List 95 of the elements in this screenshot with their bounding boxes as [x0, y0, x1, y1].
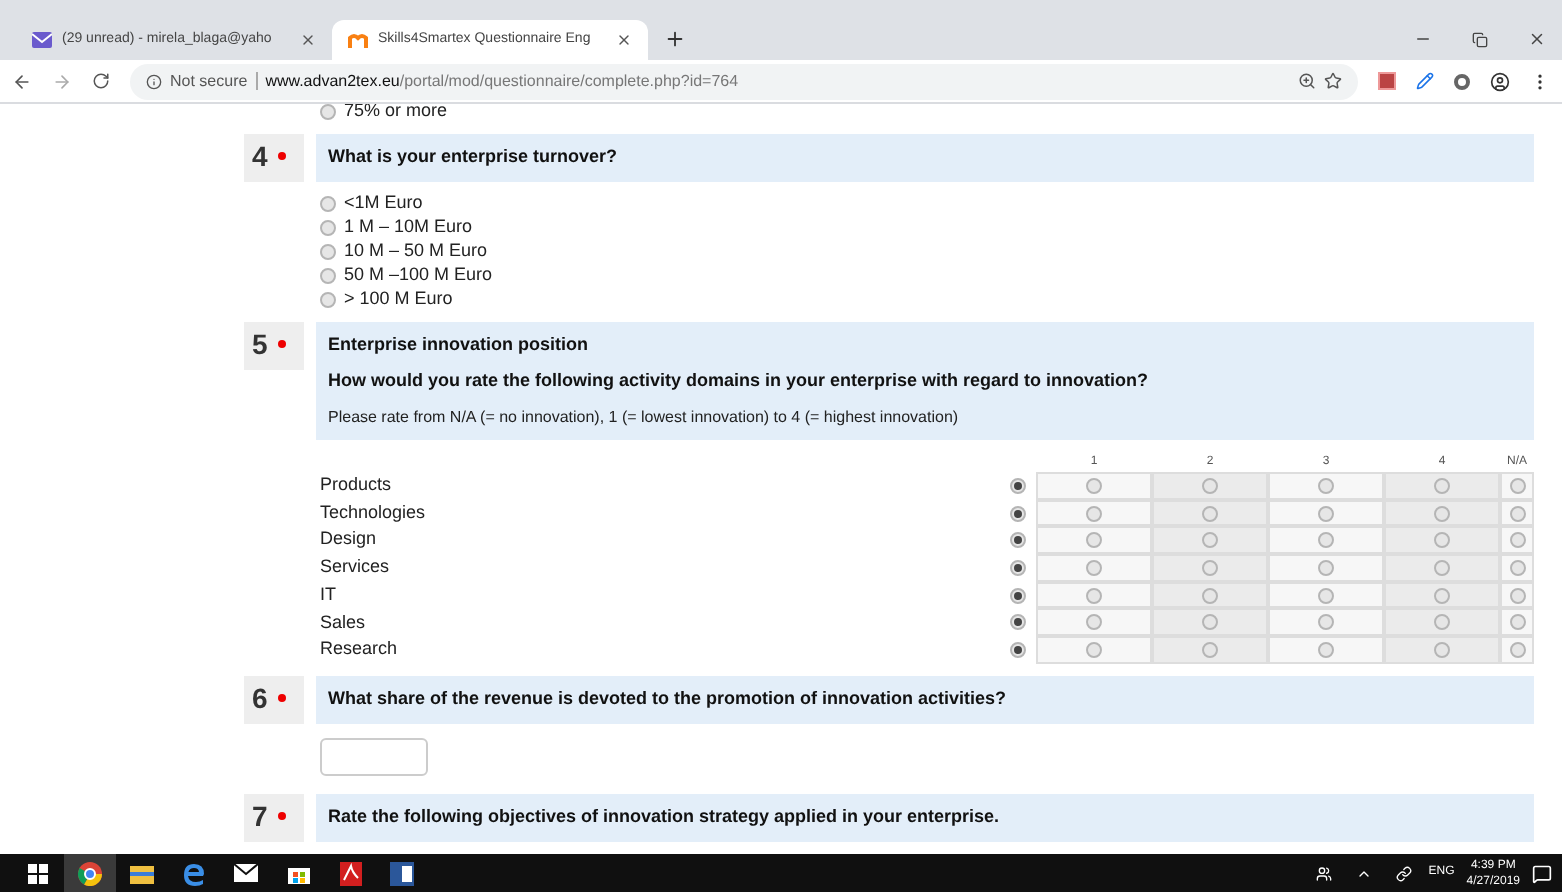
forward-icon[interactable]	[52, 71, 72, 91]
radio-button[interactable]	[1318, 641, 1334, 658]
answer-field[interactable]	[320, 738, 428, 777]
radio-button[interactable]	[1086, 559, 1102, 576]
radio-button[interactable]	[1318, 587, 1334, 604]
radio-button[interactable]	[1086, 477, 1102, 494]
question-instruction: Please rate from N/A (= no innovation), 1 (= lowest innovation) to 4 (= highest innovation)	[328, 406, 961, 428]
radio-button[interactable]	[1086, 614, 1102, 631]
radio-button[interactable]	[1086, 641, 1102, 658]
radio-button[interactable]	[320, 244, 336, 260]
option-label: 10 M – 50 M Euro	[344, 238, 488, 265]
radio-button[interactable]	[1202, 559, 1218, 576]
question-prompt: How would you rate the following activity domains in your enterprise with regard to innovation?	[328, 370, 1151, 392]
zoom-icon[interactable]	[1298, 72, 1316, 90]
radio-button[interactable]	[320, 292, 336, 308]
row-label: IT	[320, 581, 338, 608]
pen-icon[interactable]	[1416, 72, 1434, 90]
close-icon[interactable]	[300, 32, 316, 48]
question-number: 6	[252, 683, 268, 712]
radio-button[interactable]	[1086, 587, 1102, 604]
radio-button[interactable]	[1318, 505, 1334, 522]
row-label: Design	[320, 526, 379, 553]
new-tab-icon[interactable]	[664, 28, 686, 50]
radio-button[interactable]	[1318, 477, 1334, 494]
row-label: Products	[320, 472, 394, 499]
radio-button[interactable]	[1086, 505, 1102, 522]
url-text: www.advan2tex.eu/portal/mod/questionnaire/complete.php?id=764	[265, 69, 739, 93]
radio-button[interactable]	[1434, 477, 1450, 494]
radio-button[interactable]	[1318, 559, 1334, 576]
radio-button[interactable]	[1434, 614, 1450, 631]
radio-button[interactable]	[1010, 614, 1026, 631]
radio-button[interactable]	[1434, 559, 1450, 576]
radio-button[interactable]	[1509, 614, 1525, 631]
question-number: 4	[252, 142, 268, 170]
question-title: Rate the following objectives of innovation strategy applied in your enterprise.	[328, 805, 1002, 828]
row-label: Research	[320, 636, 400, 663]
radio-button[interactable]	[320, 196, 336, 212]
question-number: 7	[252, 801, 268, 830]
notification-icon[interactable]	[1532, 863, 1552, 883]
radio-button[interactable]	[1010, 559, 1026, 576]
radio-button[interactable]	[1086, 532, 1102, 549]
extension-icon[interactable]	[1454, 73, 1470, 89]
radio-button[interactable]	[320, 104, 336, 120]
row-label: Technologies	[320, 499, 428, 526]
radio-button[interactable]	[1202, 641, 1218, 658]
radio-button[interactable]	[1509, 587, 1525, 604]
radio-button[interactable]	[1202, 532, 1218, 549]
radio-button[interactable]	[1509, 641, 1525, 658]
radio-button[interactable]	[1202, 505, 1218, 522]
browser-taskbar-icon[interactable]	[64, 854, 116, 892]
radio-button[interactable]	[1010, 505, 1026, 522]
restore-icon[interactable]	[1472, 31, 1488, 47]
radio-button[interactable]	[1010, 641, 1026, 658]
back-icon[interactable]	[12, 71, 32, 91]
radio-button[interactable]	[1509, 477, 1525, 494]
radio-button[interactable]	[1318, 614, 1334, 631]
row-label: Services	[320, 554, 392, 581]
radio-button[interactable]	[1202, 477, 1218, 494]
radio-button[interactable]	[1434, 505, 1450, 522]
option-label: > 100 M Euro	[344, 286, 453, 313]
radio-button[interactable]	[1202, 587, 1218, 604]
radio-button[interactable]	[1434, 587, 1450, 604]
radio-button[interactable]	[1509, 532, 1525, 549]
radio-button[interactable]	[1509, 559, 1525, 576]
radio-button[interactable]	[320, 268, 336, 284]
people-icon[interactable]	[1316, 865, 1333, 881]
option-label: <1M Euro	[344, 190, 423, 217]
account-icon[interactable]	[1490, 71, 1510, 91]
radio-button[interactable]	[1509, 505, 1525, 522]
question-title: Enterprise innovation position	[328, 334, 591, 356]
radio-button[interactable]	[1010, 532, 1026, 549]
question-title: What is your enterprise turnover?	[328, 146, 620, 168]
option-label: 50 M –100 M Euro	[344, 262, 493, 289]
close-icon[interactable]	[616, 32, 632, 48]
option-label: 75% or more	[344, 104, 448, 125]
close-window-icon[interactable]	[1528, 30, 1546, 48]
radio-button[interactable]	[1010, 587, 1026, 604]
radio-button[interactable]	[1202, 614, 1218, 631]
pdf-extension-icon[interactable]	[1378, 72, 1396, 90]
radio-button[interactable]	[1434, 532, 1450, 549]
radio-button[interactable]	[1318, 532, 1334, 549]
star-icon[interactable]	[1324, 72, 1342, 90]
info-icon	[146, 73, 162, 89]
envelope-icon	[32, 32, 52, 48]
question-title: What share of the revenue is devoted to the promotion of innovation activities?	[328, 687, 1009, 710]
question-number: 5	[252, 330, 268, 358]
option-label: 1 M – 10M Euro	[344, 214, 473, 241]
radio-button[interactable]	[1010, 477, 1026, 494]
reload-icon[interactable]	[92, 72, 110, 90]
radio-button[interactable]	[1434, 641, 1450, 658]
radio-button[interactable]	[320, 220, 336, 236]
address-bar[interactable]: Not secure www.advan2tex.eu/portal/mod/questionnaire/complete.php?id=764	[130, 63, 1358, 99]
row-label: Sales	[320, 609, 368, 636]
security-label: Not secure	[170, 69, 248, 93]
logo-icon	[348, 32, 368, 48]
